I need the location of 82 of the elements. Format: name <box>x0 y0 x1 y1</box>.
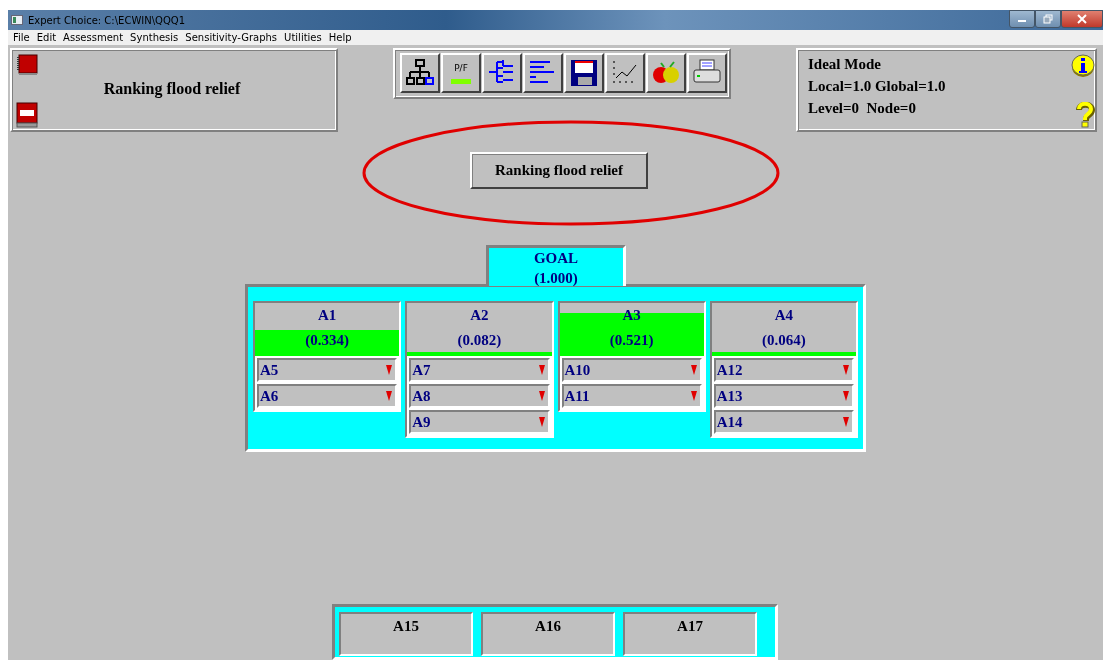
toolbar-button[interactable] <box>400 53 440 93</box>
status-text: Level=0 Node=0 <box>808 99 917 118</box>
toolbar-button[interactable] <box>605 53 645 93</box>
dropdown-arrow-icon <box>690 391 697 401</box>
app-icon <box>11 15 23 25</box>
menu-item[interactable]: Help <box>326 32 357 43</box>
goal-button[interactable]: Ranking flood relief <box>470 152 648 189</box>
node-label: A8 <box>412 387 431 405</box>
menu-item[interactable]: Utilities <box>282 32 327 43</box>
node-label: GOAL <box>533 249 579 268</box>
notebook-button[interactable] <box>16 54 38 76</box>
menu-item[interactable]: File <box>11 32 35 43</box>
toolbar-button[interactable] <box>523 53 563 93</box>
node-priority: (0.064) <box>762 331 806 350</box>
toolbar-button[interactable] <box>482 53 522 93</box>
child-node[interactable]: A9 <box>409 410 550 434</box>
status-text: Ideal Mode <box>808 55 882 74</box>
node-label: A1 <box>317 306 337 325</box>
node-priority: (0.521) <box>609 331 654 350</box>
child-node[interactable]: A10 <box>561 358 702 382</box>
restore-icon <box>1043 14 1053 24</box>
node-label: A2 <box>470 306 489 325</box>
node-header[interactable]: A2 (0.082) <box>407 303 552 356</box>
node-label: A5 <box>260 361 279 379</box>
node-priority: (0.334) <box>305 331 349 350</box>
info-button[interactable] <box>1071 54 1095 78</box>
child-node[interactable]: A11 <box>561 384 702 408</box>
window-title: Expert Choice: C:\ECWIN\QQQ1 <box>28 14 186 26</box>
child-node[interactable]: A14 <box>713 410 854 434</box>
model-title: Ranking flood relief <box>102 79 242 100</box>
dropdown-arrow-icon <box>386 391 393 401</box>
toolbar-button[interactable] <box>564 53 604 93</box>
menu-item[interactable]: Edit <box>34 32 62 43</box>
close-button[interactable] <box>1061 10 1103 28</box>
node-header[interactable]: A17 <box>623 612 757 656</box>
toolbar-button[interactable] <box>646 53 686 93</box>
toolbar-button[interactable]: P/F <box>441 53 481 93</box>
help-button[interactable] <box>1075 102 1095 128</box>
hierarchy-icon <box>405 58 435 88</box>
node-header[interactable]: A15 <box>339 612 473 656</box>
node-label: A16 <box>535 617 561 636</box>
dropdown-arrow-icon <box>843 417 849 427</box>
node-priority: (0.082) <box>457 331 502 350</box>
node-label: A6 <box>260 387 279 405</box>
dropdown-arrow-icon <box>538 391 545 401</box>
node-priority: (1.000) <box>534 269 578 288</box>
node-label: A12 <box>716 361 743 379</box>
node-label: A13 <box>716 387 743 405</box>
child-node[interactable]: A5 <box>257 358 398 382</box>
dropdown-arrow-icon <box>843 391 849 401</box>
menu-item[interactable]: Assessment <box>61 32 129 43</box>
node-label: A15 <box>393 617 419 636</box>
minimize-button[interactable] <box>1009 10 1035 28</box>
dropdown-arrow-icon <box>538 365 545 375</box>
node-label: A11 <box>564 387 590 405</box>
close-icon <box>1077 14 1087 24</box>
restore-button[interactable] <box>1035 10 1061 28</box>
child-node[interactable]: A12 <box>713 358 854 382</box>
indicator-bar-icon <box>451 78 471 84</box>
menu-item[interactable]: Sensitivity-Graphs <box>183 32 283 43</box>
book-button[interactable] <box>16 102 38 128</box>
node-label: A10 <box>564 361 591 379</box>
toolbar-button[interactable] <box>687 53 727 93</box>
status-text: Local=1.0 Global=1.0 <box>808 77 946 96</box>
node-label: A7 <box>412 361 431 379</box>
goal-node[interactable]: GOAL (1.000) <box>486 245 626 286</box>
node-label: A9 <box>412 413 431 431</box>
node-label: A17 <box>677 617 703 636</box>
child-node[interactable]: A7 <box>409 358 550 382</box>
node-header[interactable]: A4 (0.064) <box>711 303 856 356</box>
node-header[interactable]: A1 (0.334) <box>255 303 400 356</box>
dropdown-arrow-icon <box>843 365 849 375</box>
dropdown-arrow-icon <box>386 365 393 375</box>
dropdown-arrow-icon <box>690 365 697 375</box>
menu-item[interactable]: Synthesis <box>128 32 184 43</box>
node-label: A4 <box>774 306 794 325</box>
child-node[interactable]: A6 <box>257 384 398 408</box>
dropdown-arrow-icon <box>538 417 545 427</box>
node-label: A14 <box>716 413 743 431</box>
child-node[interactable]: A8 <box>409 384 550 408</box>
child-node[interactable]: A13 <box>713 384 854 408</box>
node-header[interactable]: A16 <box>481 612 615 656</box>
